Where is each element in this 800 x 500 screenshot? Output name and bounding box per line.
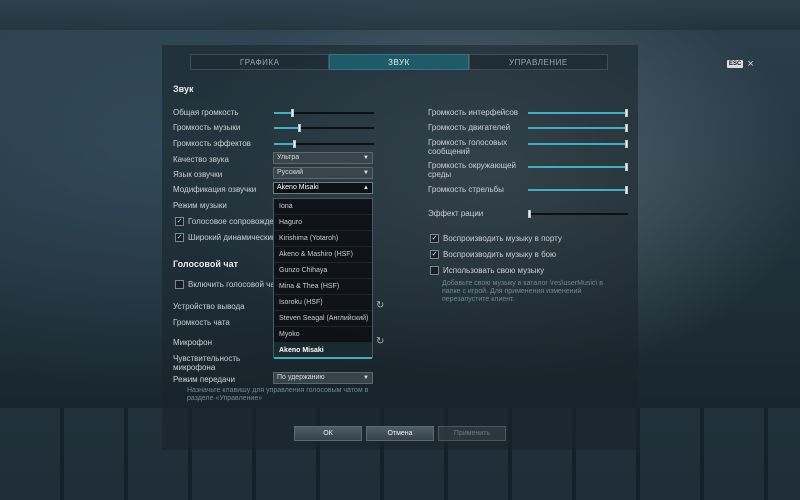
close-icon[interactable]: × — [747, 59, 753, 70]
voice-mod-dropdown: Iona Haguro Kirishima (Yotaroh) Akeno & … — [273, 198, 373, 359]
transmit-mode-label: Режим передачи — [173, 375, 235, 384]
refresh-icon[interactable]: ↻ — [376, 336, 384, 347]
quality-value: Ультра — [277, 154, 300, 161]
music-volume-label: Громкость музыки — [173, 123, 241, 132]
dropdown-option[interactable]: Akeno & Mashiro (HSF) — [274, 247, 372, 263]
engine-volume-slider[interactable] — [528, 124, 628, 132]
effects-volume-label: Громкость эффектов — [173, 139, 251, 148]
gunfire-volume-slider[interactable] — [528, 186, 628, 194]
dropdown-option[interactable]: Haguro — [274, 215, 372, 231]
music-volume-slider[interactable] — [274, 124, 374, 132]
dropdown-option[interactable]: Iona — [274, 199, 372, 215]
dropdown-option[interactable]: Kirishima (Yotaroh) — [274, 231, 372, 247]
checkmark-icon: ✓ — [430, 250, 439, 259]
microphone-label: Микрофон — [173, 338, 212, 347]
gunfire-volume-label: Громкость стрельбы — [428, 185, 504, 194]
checkmark-icon: ✓ — [175, 233, 184, 242]
wide-dynamic-label: Широкий динамический д — [188, 233, 284, 242]
tab-controls[interactable]: УПРАВЛЕНИЕ — [468, 54, 608, 70]
quality-label: Качество звука — [173, 155, 229, 164]
settings-tabs: ГРАФИКА ЗВУК УПРАВЛЕНИЕ — [190, 54, 608, 70]
enable-voice-chat-label: Включить голосовой чат — [188, 280, 279, 289]
tab-sound[interactable]: ЗВУК — [329, 54, 469, 70]
radio-effect-slider[interactable] — [528, 210, 628, 218]
voice-msg-volume-slider[interactable] — [528, 140, 628, 148]
voice-language-label: Язык озвучки — [173, 170, 223, 179]
engine-volume-label: Громкость двигателей — [428, 123, 511, 132]
wide-dynamic-checkbox[interactable]: ✓ Широкий динамический д — [175, 233, 283, 242]
refresh-icon[interactable]: ↻ — [376, 300, 384, 311]
own-music-label: Использовать свою музыку — [443, 266, 545, 275]
esc-close[interactable]: ESC × — [727, 59, 754, 70]
ambient-volume-slider[interactable] — [528, 163, 628, 171]
voice-mod-label: Модификация озвучки — [173, 185, 257, 194]
ok-button[interactable]: ОК — [294, 426, 362, 441]
interface-volume-label: Громкость интерфейсов — [428, 108, 519, 117]
enable-voice-chat-checkbox[interactable]: Включить голосовой чат — [175, 280, 278, 289]
apply-button[interactable]: Применить — [438, 426, 506, 441]
chevron-up-icon: ▲ — [363, 185, 369, 191]
voice-mod-select[interactable]: Akeno Misaki ▲ — [273, 182, 373, 194]
esc-key-badge: ESC — [727, 60, 744, 68]
voice-language-select[interactable]: Русский ▼ — [273, 167, 373, 179]
dropdown-option[interactable]: Isoroku (HSF) — [274, 295, 372, 311]
music-port-label: Воспроизводить музыку в порту — [443, 234, 562, 243]
dropdown-option[interactable]: Gunzo Chihaya — [274, 263, 372, 279]
voice-language-value: Русский — [277, 169, 303, 176]
dropdown-option[interactable]: Myoko — [274, 327, 372, 343]
transmit-mode-value: По удержанию — [277, 374, 325, 381]
chat-volume-label: Громкость чата — [173, 318, 230, 327]
voice-msg-volume-label: Громкость голосовых сообщений — [428, 138, 508, 156]
dropdown-option[interactable]: Steven Seagal (Английский) — [274, 311, 372, 327]
voice-mod-value: Akeno Misaki — [277, 184, 319, 191]
quality-select[interactable]: Ультра ▼ — [273, 152, 373, 164]
dropdown-option-selected[interactable]: Akeno Misaki — [274, 343, 372, 359]
ambient-volume-label: Громкость окружающей среды — [428, 161, 516, 179]
effects-volume-slider[interactable] — [274, 140, 374, 148]
chevron-down-icon: ▼ — [363, 155, 369, 161]
cancel-button[interactable]: Отмена — [366, 426, 434, 441]
music-mode-label: Режим музыки — [173, 201, 227, 210]
voice-support-checkbox[interactable]: ✓ Голосовое сопровождение — [175, 217, 287, 226]
voice-chat-section-title: Голосовой чат — [173, 259, 238, 269]
mic-sensitivity-label: Чувствительность микрофона — [173, 354, 241, 372]
master-volume-label: Общая громкость — [173, 108, 239, 117]
master-volume-slider[interactable] — [274, 109, 374, 117]
own-music-checkbox[interactable]: Использовать свою музыку — [430, 266, 544, 275]
own-music-hint: Добавьте свою музыку в каталог \res\user… — [442, 280, 603, 303]
music-battle-label: Воспроизводить музыку в бою — [443, 250, 557, 259]
chevron-down-icon: ▼ — [363, 170, 369, 176]
sound-section-title: Звук — [173, 84, 194, 94]
dropdown-option[interactable]: Mina & Thea (HSF) — [274, 279, 372, 295]
transmit-mode-select[interactable]: По удержанию ▼ — [273, 372, 373, 384]
chevron-down-icon: ▼ — [363, 375, 369, 381]
voice-chat-hint: Назначьте клавишу для управления голосов… — [187, 387, 369, 402]
checkmark-icon: ✓ — [175, 217, 184, 226]
interface-volume-slider[interactable] — [528, 109, 628, 117]
checkmark-icon: ✓ — [430, 234, 439, 243]
top-bar-blurred — [0, 0, 800, 30]
music-battle-checkbox[interactable]: ✓ Воспроизводить музыку в бою — [430, 250, 556, 259]
output-device-label: Устройство вывода — [173, 302, 245, 311]
radio-effect-label: Эффект рации — [428, 209, 484, 218]
tab-graphics[interactable]: ГРАФИКА — [190, 54, 330, 70]
music-port-checkbox[interactable]: ✓ Воспроизводить музыку в порту — [430, 234, 562, 243]
